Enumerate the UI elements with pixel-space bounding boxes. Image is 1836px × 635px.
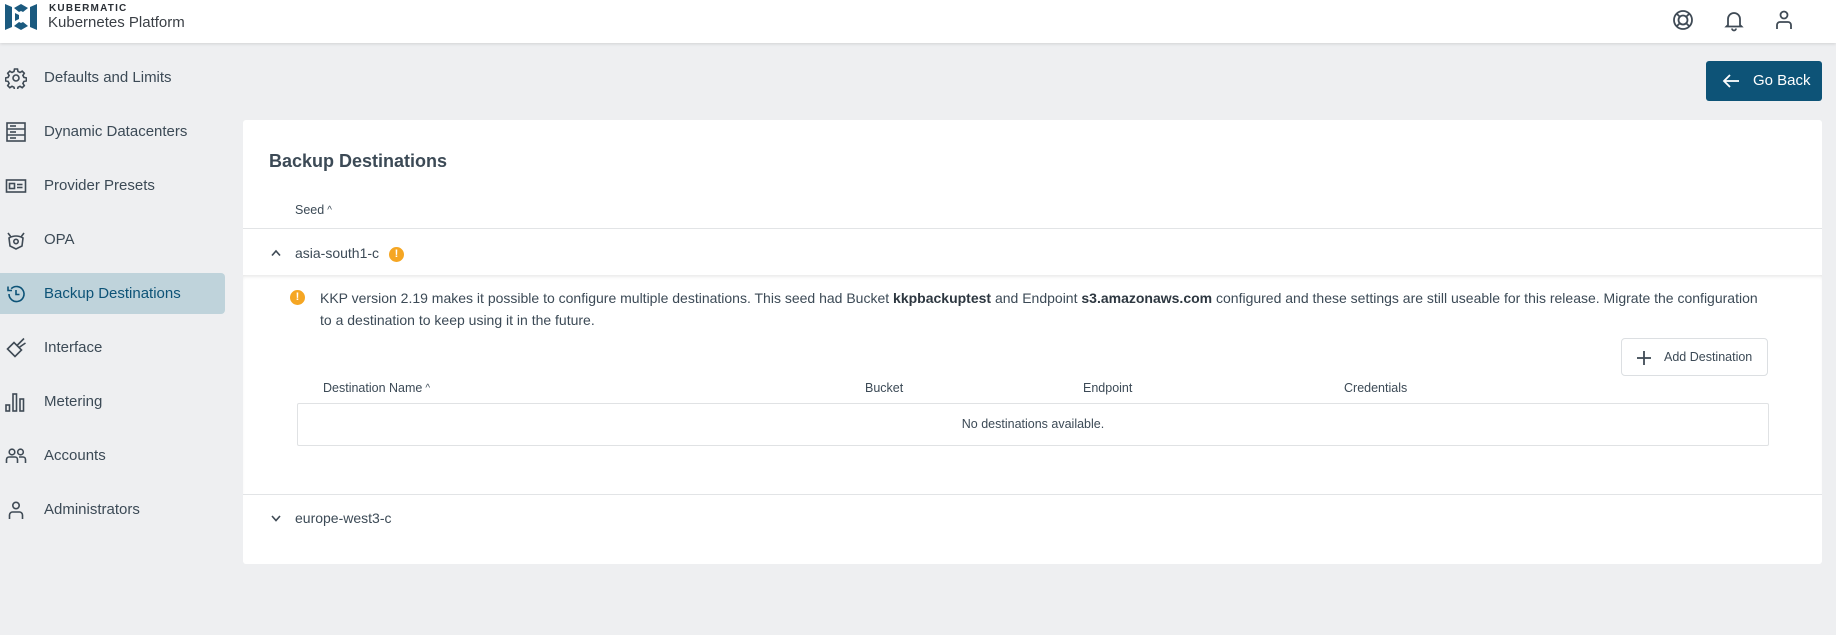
sidebar-item-label: Backup Destinations [44, 285, 181, 302]
sidebar-item-label: Administrators [44, 501, 140, 518]
seed-row-asia-south1-c[interactable]: asia-south1-c ! [243, 234, 1822, 274]
datacenter-icon [5, 121, 27, 143]
preset-card-icon [5, 175, 27, 197]
legacy-endpoint: s3.amazonaws.com [1081, 290, 1213, 306]
plus-icon [1637, 351, 1651, 365]
sort-ascending-icon: ^ [327, 205, 332, 216]
empty-destinations-message: No destinations available. [297, 403, 1769, 446]
seed-name: europe-west3-c [295, 510, 392, 526]
sidebar-item-label: OPA [44, 231, 75, 248]
column-header-credentials: Credentials [1344, 381, 1408, 395]
legacy-bucket: kkpbackuptest [893, 290, 992, 306]
seed-column-header[interactable]: Seed ^ [295, 203, 332, 217]
column-header-bucket: Bucket [865, 381, 904, 395]
column-header-endpoint: Endpoint [1083, 381, 1133, 395]
paint-brush-icon [5, 337, 27, 359]
help-lifebuoy-icon[interactable] [1671, 8, 1695, 32]
add-destination-button[interactable]: Add Destination [1621, 338, 1768, 376]
sort-ascending-icon: ^ [425, 383, 431, 394]
backup-destinations-card: Backup Destinations Seed ^ asia-south1-c … [243, 120, 1822, 564]
chevron-down-icon [271, 515, 281, 522]
chevron-up-icon [271, 249, 281, 257]
seed-details-asia-south1-c: ! KKP version 2.19 makes it possible to … [243, 275, 1822, 494]
sidebar-item-provider-presets[interactable]: Provider Presets [0, 165, 225, 206]
sidebar-item-accounts[interactable]: Accounts [0, 435, 225, 476]
notifications-bell-icon[interactable] [1722, 8, 1746, 32]
gear-icon [4, 67, 28, 91]
sidebar-item-interface[interactable]: Interface [0, 327, 225, 368]
sidebar-item-backup-destinations[interactable]: Backup Destinations [0, 273, 225, 314]
go-back-label: Go Back [1753, 72, 1811, 89]
seed-name: asia-south1-c [295, 245, 380, 261]
migration-notice-text: KKP version 2.19 makes it possible to co… [320, 290, 1758, 328]
sidebar-item-label: Metering [44, 393, 103, 410]
sidebar-item-dynamic-datacenters[interactable]: Dynamic Datacenters [0, 111, 225, 152]
top-bar: KUBERMATIC Kubernetes Platform [0, 0, 1836, 43]
user-icon [5, 499, 27, 521]
opa-icon [5, 229, 27, 251]
sidebar-item-opa[interactable]: OPA [0, 219, 225, 260]
bar-chart-icon [5, 391, 27, 413]
warning-icon: ! [389, 247, 404, 262]
divider [243, 494, 1822, 495]
warning-icon: ! [290, 290, 305, 305]
sidebar-item-administrators[interactable]: Administrators [0, 489, 225, 530]
admin-sidebar: Defaults and Limits Dynamic Datacenters … [0, 57, 225, 543]
sidebar-item-label: Interface [44, 339, 103, 356]
column-header-destination-name[interactable]: Destination Name ^ [323, 381, 430, 395]
seed-row-europe-west3-c[interactable]: europe-west3-c [243, 499, 1822, 539]
add-destination-label: Add Destination [1664, 350, 1753, 364]
sidebar-item-label: Provider Presets [44, 177, 155, 194]
arrow-left-icon [1722, 74, 1739, 88]
go-back-button[interactable]: Go Back [1706, 61, 1822, 101]
user-account-icon[interactable] [1772, 8, 1796, 32]
sidebar-item-label: Defaults and Limits [44, 69, 172, 86]
divider [243, 228, 1822, 229]
sidebar-item-label: Accounts [44, 447, 106, 464]
users-icon [5, 445, 27, 467]
history-icon [5, 283, 27, 305]
kubermatic-logo[interactable] [4, 3, 38, 31]
seed-header-label: Seed [295, 203, 325, 217]
brand-product: Kubernetes Platform [48, 14, 185, 31]
sidebar-item-label: Dynamic Datacenters [44, 123, 188, 140]
page-title: Backup Destinations [269, 151, 448, 171]
brand-name: KUBERMATIC [49, 3, 128, 14]
sidebar-item-defaults-and-limits[interactable]: Defaults and Limits [0, 57, 225, 98]
sidebar-item-metering[interactable]: Metering [0, 381, 225, 422]
